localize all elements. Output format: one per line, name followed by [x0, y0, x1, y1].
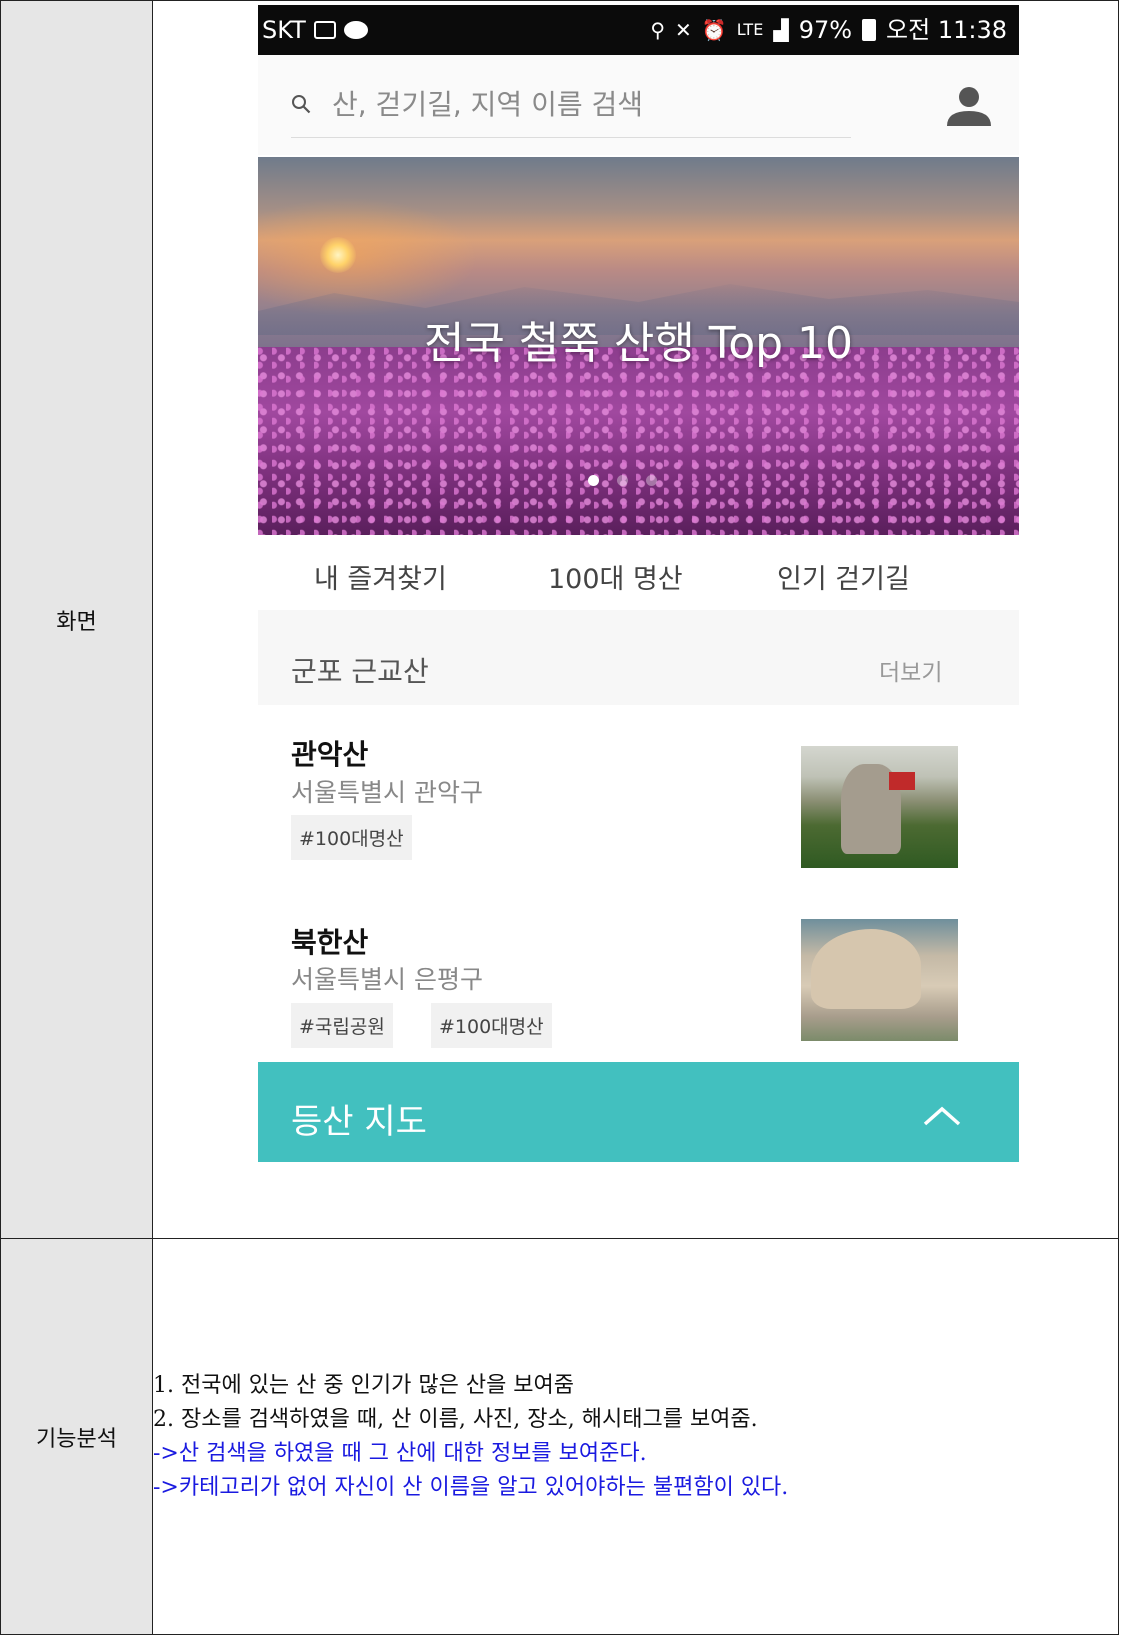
hashtag[interactable]: #100대명산 [291, 815, 412, 860]
clock: 오전 11:38 [886, 16, 1007, 44]
chevron-up-icon[interactable] [922, 1105, 962, 1127]
banner-title: 전국 철쭉 산행 Top 10 [423, 318, 854, 369]
battery-icon [862, 19, 877, 41]
mute-icon: ✕ [675, 18, 692, 42]
thumbnail-pavilion [889, 772, 915, 790]
mountain-thumbnail[interactable] [801, 919, 958, 1041]
mountain-thumbnail[interactable] [801, 746, 958, 868]
search-underline [291, 137, 851, 138]
profile-icon[interactable] [943, 84, 995, 128]
battery-percent: 97% [798, 16, 853, 44]
analysis-row: 기능분석 1. 전국에 있는 산 중 인기가 많은 산을 보여줌 2. 장소를 … [0, 1238, 1119, 1635]
banner-page-indicator [588, 475, 657, 486]
analysis-line-3: ->산 검색을 하였을 때 그 산에 대한 정보를 보여준다. [153, 1440, 647, 1466]
hashtag[interactable]: #국립공원 [291, 1003, 393, 1048]
section-title: 군포 근교산 [291, 655, 429, 688]
mountain-name[interactable]: 관악산 [291, 733, 368, 773]
tab-favorites[interactable]: 내 즐겨찾기 [314, 557, 447, 596]
analysis-line-4: ->카테고리가 없어 자신이 산 이름을 알고 있어야하는 불편함이 있다. [153, 1474, 789, 1500]
alarm-icon: ⏰ [701, 18, 727, 42]
analysis-line-1: 1. 전국에 있는 산 중 인기가 많은 산을 보여줌 [153, 1372, 575, 1398]
promo-banner[interactable]: 전국 철쭉 산행 Top 10 [258, 157, 1019, 535]
phone-screenshot: SKT ⚲ ✕ ⏰ LTE ▟ 97% 오전 11:38 산, 걷기길, 지역 … [258, 5, 1019, 1213]
network-label: LTE [736, 20, 764, 39]
category-tabs: 내 즐겨찾기 100대 명산 인기 걷기길 [258, 535, 1019, 609]
banner-sun [320, 237, 356, 273]
screen-cell: SKT ⚲ ✕ ⏰ LTE ▟ 97% 오전 11:38 산, 걷기길, 지역 … [152, 0, 1119, 1239]
banner-dot-3[interactable] [646, 475, 657, 486]
hashtag[interactable]: #100대명산 [431, 1003, 552, 1048]
gallery-icon [313, 21, 336, 39]
talk-icon [343, 21, 368, 39]
tab-top-100-mountains[interactable]: 100대 명산 [548, 557, 683, 596]
location-icon: ⚲ [650, 18, 666, 42]
signal-icon: ▟ [773, 18, 789, 42]
thumbnail-rock [811, 929, 921, 1009]
analysis-line-2: 2. 장소를 검색하였을 때, 산 이름, 사진, 장소, 해시태그를 보여줌. [153, 1406, 758, 1432]
analysis-cell: 1. 전국에 있는 산 중 인기가 많은 산을 보여줌 2. 장소를 검색하였을… [152, 1238, 1119, 1635]
analysis-label: 기능분석 [0, 1238, 153, 1635]
mountain-name[interactable]: 북한산 [291, 921, 368, 961]
mountain-address: 서울특별시 은평구 [291, 965, 483, 994]
screen-label: 화면 [0, 0, 153, 1239]
search-input[interactable]: 산, 걷기길, 지역 이름 검색 [332, 83, 643, 123]
tab-popular-trails[interactable]: 인기 걷기길 [777, 557, 910, 596]
banner-dot-1[interactable] [588, 475, 599, 486]
mountain-address: 서울특별시 관악구 [291, 778, 483, 807]
status-bar: SKT ⚲ ✕ ⏰ LTE ▟ 97% 오전 11:38 [258, 5, 1019, 55]
more-link[interactable]: 더보기 [879, 653, 942, 687]
carrier-label: SKT [262, 16, 306, 44]
search-icon[interactable] [291, 94, 311, 114]
map-bar-title: 등산 지도 [291, 1102, 427, 1142]
banner-azalea-field [258, 347, 1019, 535]
screen-row: 화면 SKT ⚲ ✕ ⏰ LTE ▟ 97% 오전 11:38 산, 걷기길, … [0, 0, 1119, 1239]
analysis-table: 화면 SKT ⚲ ✕ ⏰ LTE ▟ 97% 오전 11:38 산, 걷기길, … [0, 0, 1119, 1635]
banner-dot-2[interactable] [617, 475, 628, 486]
